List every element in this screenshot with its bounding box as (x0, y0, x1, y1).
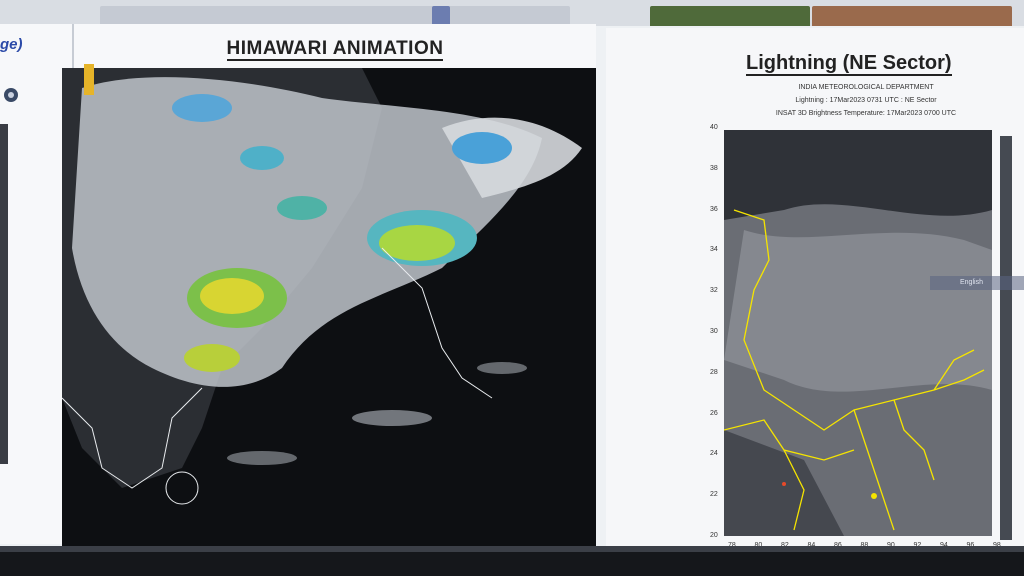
insat-timestamp: INSAT 3D Brightness Temperature: 17Mar20… (775, 110, 957, 117)
lightning-title: Lightning (NE Sector) (746, 52, 952, 76)
left-panel-title: ge) (0, 36, 23, 53)
y-tick-label: 22 (710, 491, 718, 499)
lightning-map (724, 130, 992, 536)
y-tick-label: 36 (710, 205, 718, 213)
lightning-timestamp: Lightning : 17Mar2023 0731 UTC : NE Sect… (795, 97, 937, 104)
y-tick-label: 38 (710, 164, 718, 172)
partial-satellite-image (0, 124, 8, 464)
himawari-animation-image[interactable] (62, 68, 596, 556)
language-overlay[interactable]: English (930, 276, 1024, 290)
imd-logo-icon (4, 88, 18, 102)
y-tick-label: 24 (710, 450, 718, 458)
lightning-map-image[interactable] (724, 130, 992, 536)
y-tick-label: 20 (710, 532, 718, 539)
y-tick-label: 30 (710, 328, 718, 335)
himawari-info-label (84, 64, 94, 95)
himawari-satellite-imagery (62, 68, 596, 556)
y-tick-label: 34 (710, 246, 718, 254)
y-tick-label: 26 (710, 409, 718, 417)
screen-bezel (0, 546, 1024, 576)
y-tick-label: 28 (710, 368, 718, 376)
brightness-colorbar (1000, 136, 1012, 540)
y-tick-label: 40 (710, 124, 718, 131)
himawari-title: HIMAWARI ANIMATION (226, 38, 444, 61)
y-tick-label: 32 (710, 287, 718, 295)
tab-thumbnail[interactable] (812, 6, 1012, 28)
lightning-org: INDIA METEOROLOGICAL DEPARTMENT (798, 84, 934, 91)
tab-thumbnail[interactable] (650, 6, 810, 28)
